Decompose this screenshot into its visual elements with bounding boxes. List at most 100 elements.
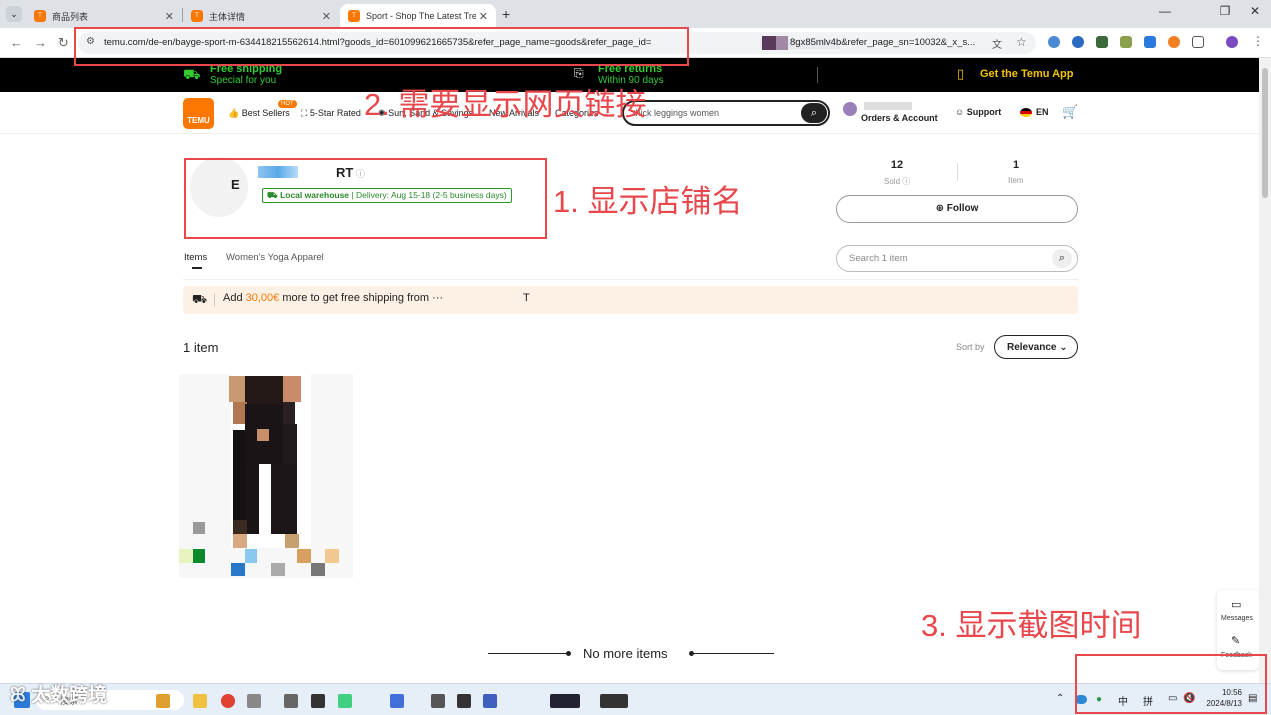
temu-logo[interactable]: TEMU — [183, 98, 214, 129]
app-icon[interactable] — [550, 694, 580, 708]
reload-icon[interactable]: ↻ — [58, 35, 69, 51]
app-icon[interactable] — [247, 694, 261, 708]
nav-5-star[interactable]: ⛶ 5-Star Rated — [301, 108, 361, 119]
minimize-icon[interactable]: — — [1150, 4, 1180, 18]
item-count-value: 1 — [1013, 159, 1020, 171]
scrollbar[interactable] — [1259, 58, 1271, 683]
app-icon[interactable] — [338, 694, 352, 708]
nav-label: Best Sellers — [241, 108, 290, 118]
tab-womens-yoga[interactable]: Women's Yoga Apparel — [226, 252, 324, 263]
store-search-box[interactable]: Search 1 item ⌕ — [836, 245, 1078, 272]
sort-label: Sort by — [956, 342, 985, 352]
app-icon[interactable] — [156, 694, 170, 708]
cart-icon[interactable]: 🛒 — [1062, 104, 1078, 120]
truck-icon: ⛟ — [192, 292, 208, 306]
tray-expand-icon[interactable]: ⌃ — [1056, 693, 1064, 704]
hot-badge: HOT — [278, 100, 297, 108]
divider-line — [488, 653, 568, 654]
messages-label[interactable]: Messages — [1221, 615, 1253, 622]
tab-entity-detail[interactable]: T 主体详情 ✕ — [183, 4, 339, 28]
free-shipping-banner: ⛟ Add 30,00€ more to get free shipping f… — [183, 286, 1078, 314]
annotation-1: 1. 显示店铺名 — [553, 184, 743, 219]
app-icon[interactable] — [600, 694, 628, 708]
scrollbar-thumb[interactable] — [1262, 68, 1268, 198]
follow-icon: ⊕ — [935, 203, 947, 214]
annotation-url-box — [74, 27, 689, 66]
extension-icon[interactable] — [1144, 36, 1156, 48]
divider — [817, 67, 818, 83]
restore-icon[interactable]: ❐ — [1210, 4, 1240, 18]
account-avatar[interactable] — [843, 102, 857, 116]
divider-dot — [566, 651, 571, 656]
feedback-icon[interactable]: ✎ — [1231, 634, 1240, 647]
chevron-down-icon: ⌄ — [1059, 342, 1068, 353]
extension-icon[interactable] — [1168, 36, 1180, 48]
extension-icon[interactable] — [1096, 36, 1108, 48]
back-icon[interactable]: ← — [10, 35, 23, 50]
tab-sport-active[interactable]: T Sport - Shop The Latest Tren ✕ — [340, 4, 496, 28]
new-tab-icon[interactable]: + — [502, 6, 510, 22]
messages-icon[interactable]: ▭ — [1231, 598, 1241, 611]
url-redacted — [762, 36, 776, 50]
divider-line — [694, 653, 774, 654]
browser-tab-bar: ⌄ T 商品列表 ✕ T 主体详情 ✕ T Sport - Shop The L… — [0, 0, 1271, 28]
divider — [957, 163, 958, 181]
search-icon[interactable]: ⌕ — [801, 103, 827, 123]
promo-shipping-sub: Special for you — [210, 75, 277, 86]
search-box[interactable]: thick leggings women ⌕ — [622, 100, 830, 126]
no-more-items: No more items — [583, 646, 668, 661]
close-tab-icon[interactable]: ✕ — [322, 10, 331, 23]
divider — [183, 279, 1078, 280]
app-icon[interactable] — [483, 694, 497, 708]
truck-icon: ⛟ — [183, 66, 201, 82]
profile-avatar-icon[interactable] — [1226, 36, 1238, 48]
close-tab-icon[interactable]: ✕ — [479, 10, 488, 23]
phone-icon: ▯ — [957, 66, 965, 81]
extension-icon[interactable] — [1120, 36, 1132, 48]
browser-menu-icon[interactable]: ⋮ — [1252, 34, 1264, 48]
forward-icon[interactable]: → — [34, 35, 47, 50]
search-icon[interactable]: ⌕ — [1052, 249, 1072, 268]
follow-button[interactable]: ⊕ Follow — [836, 195, 1078, 223]
temu-favicon-icon: T — [348, 10, 360, 22]
tab-items[interactable]: Items — [184, 252, 207, 263]
get-app-link[interactable]: Get the Temu App — [980, 68, 1074, 80]
file-explorer-icon[interactable] — [193, 694, 207, 708]
app-icon[interactable] — [431, 694, 445, 708]
app-icon[interactable] — [457, 694, 471, 708]
product-card[interactable] — [179, 374, 353, 578]
support-link[interactable]: ☺ Support — [955, 107, 1001, 117]
extension-icon[interactable] — [1072, 36, 1084, 48]
app-icon[interactable] — [284, 694, 298, 708]
close-tab-icon[interactable]: ✕ — [165, 10, 174, 23]
thumbs-up-icon: 👍 — [228, 108, 240, 118]
logo-text: TEMU — [187, 116, 210, 125]
language-selector[interactable]: EN — [1036, 107, 1049, 117]
sold-value: 12 — [890, 159, 904, 171]
app-icon[interactable] — [390, 694, 404, 708]
translate-icon[interactable]: 文 — [992, 36, 1002, 51]
temu-favicon-icon: T — [34, 10, 46, 22]
free-shipping-promo[interactable]: Free shipping Special for you — [210, 63, 282, 86]
annotation-clock-box — [1075, 654, 1267, 714]
app-icon[interactable] — [311, 694, 325, 708]
nav-best-sellers[interactable]: 👍 Best Sellers — [228, 108, 290, 119]
watermark-logo: ꕤ 太数跨境 — [10, 685, 108, 706]
tab-active-indicator — [192, 267, 202, 269]
temu-favicon-icon: T — [191, 10, 203, 22]
bookmark-star-icon[interactable]: ☆ — [1016, 35, 1027, 49]
sort-value: Relevance — [1007, 342, 1057, 353]
headset-icon: ☺ — [955, 107, 965, 117]
orders-account-link[interactable]: Orders & Account — [861, 113, 938, 123]
follow-label: Follow — [946, 203, 979, 214]
annotation-2: 2. 需要显示网页链接 — [364, 87, 647, 122]
sort-dropdown[interactable]: Relevance ⌄ — [994, 335, 1078, 359]
close-window-icon[interactable]: ✕ — [1240, 4, 1270, 18]
tab-list-icon[interactable]: ⌄ — [6, 6, 22, 22]
store-search-input[interactable]: Search 1 item — [849, 253, 908, 264]
tab-product-list[interactable]: T 商品列表 ✕ — [26, 4, 182, 28]
star-icon: ⛶ — [301, 108, 308, 118]
chrome-icon[interactable] — [221, 694, 235, 708]
extensions-puzzle-icon[interactable] — [1192, 36, 1204, 48]
extension-icon[interactable] — [1048, 36, 1060, 48]
